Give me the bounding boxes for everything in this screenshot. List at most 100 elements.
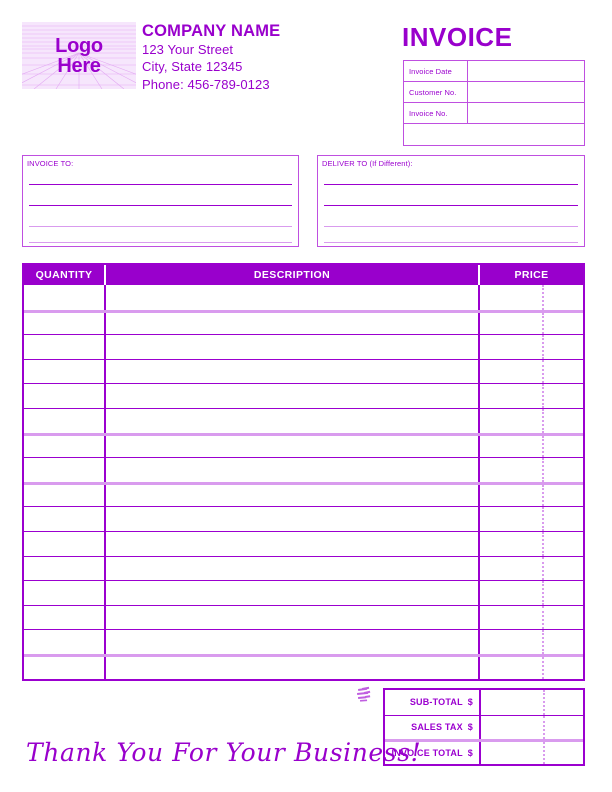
cell-price[interactable] [480,408,583,433]
cell-description[interactable] [106,507,480,531]
table-row [24,309,583,335]
deliver-to-line-4 [324,242,578,243]
subtotal-label: SUB-TOTAL $ [385,690,481,715]
invoice-to-box[interactable]: INVOICE TO: [22,155,299,247]
table-row [24,530,583,556]
company-name: COMPANY NAME [142,22,281,40]
cell-price[interactable] [480,556,583,581]
cell-description[interactable] [106,458,480,482]
cell-quantity[interactable] [24,408,106,433]
deliver-to-box[interactable]: DELIVER TO (If Different): [317,155,585,247]
customer-no-field[interactable] [468,82,584,102]
cents-separator [542,359,544,384]
cell-description[interactable] [106,312,480,335]
cell-description[interactable] [106,285,480,310]
cell-quantity[interactable] [24,435,106,458]
cell-quantity[interactable] [24,507,106,531]
cents-separator [543,742,545,764]
table-row [24,481,583,507]
invoice-total-currency: $ [467,747,473,758]
customer-no-label: Customer No. [404,82,468,102]
cell-price[interactable] [480,384,583,408]
invoice-total-value[interactable] [481,742,583,764]
cell-quantity[interactable] [24,630,106,654]
cell-quantity[interactable] [24,484,106,507]
cell-price[interactable] [480,630,583,654]
logo-line-2: Here [57,54,101,77]
cell-description[interactable] [106,435,480,458]
invoice-date-label: Invoice Date [404,61,468,81]
cell-quantity[interactable] [24,605,106,630]
cell-description[interactable] [106,581,480,605]
subtotal-value[interactable] [481,690,583,715]
cell-price[interactable] [480,507,583,531]
cents-separator [542,312,544,335]
cell-price[interactable] [480,359,583,384]
cell-quantity[interactable] [24,384,106,408]
invoice-meta-row: Invoice Date [404,61,584,82]
cents-separator [542,656,544,679]
invoice-meta-box: Invoice Date Customer No. Invoice No. [403,60,585,146]
cell-description[interactable] [106,335,480,359]
company-phone: Phone: 456-789-0123 [142,76,270,92]
column-header-price: PRICE [514,269,549,281]
cell-quantity[interactable] [24,359,106,384]
cell-quantity[interactable] [24,531,106,556]
cell-quantity[interactable] [24,312,106,335]
invoice-meta-blank-field[interactable] [404,124,584,145]
cell-quantity[interactable] [24,581,106,605]
cell-quantity[interactable] [24,556,106,581]
cell-description[interactable] [106,408,480,433]
cell-price[interactable] [480,656,583,679]
cell-price[interactable] [480,285,583,310]
table-row [24,457,583,482]
cell-description[interactable] [106,359,480,384]
cell-description[interactable] [106,484,480,507]
cell-price[interactable] [480,312,583,335]
cell-description[interactable] [106,605,480,630]
invoice-to-line-1 [29,184,292,185]
cell-quantity[interactable] [24,335,106,359]
table-row [24,604,583,630]
cell-quantity[interactable] [24,285,106,310]
invoice-header: Logo Here COMPANY NAME 123 Your Street C… [0,0,612,150]
cell-quantity[interactable] [24,656,106,679]
thank-you-message: Thank You For Your Business! [26,738,422,767]
cell-price[interactable] [480,435,583,458]
sales-tax-value[interactable] [481,715,583,740]
table-row [24,580,583,605]
invoice-meta-row: Invoice No. [404,103,584,124]
cents-separator [542,408,544,433]
cell-price[interactable] [480,458,583,482]
invoice-to-label: INVOICE TO: [27,159,74,168]
company-street: 123 Your Street [142,41,234,57]
table-row [24,506,583,531]
invoice-to-line-3 [29,226,292,227]
cell-price[interactable] [480,335,583,359]
invoice-to-line-4 [29,242,292,243]
invoice-no-field[interactable] [468,103,584,123]
cell-description[interactable] [106,384,480,408]
invoice-date-field[interactable] [468,61,584,81]
cell-description[interactable] [106,531,480,556]
cell-description[interactable] [106,656,480,679]
invoice-meta-row: Customer No. [404,82,584,103]
cents-separator [543,690,545,715]
cell-description[interactable] [106,556,480,581]
cell-price[interactable] [480,581,583,605]
table-body [24,285,583,679]
cents-separator [542,458,544,482]
cents-separator [542,384,544,408]
cell-quantity[interactable] [24,458,106,482]
table-row [24,432,583,458]
cell-price[interactable] [480,484,583,507]
column-header-description: DESCRIPTION [106,265,480,285]
table-row [24,555,583,581]
cents-separator [542,285,544,310]
cell-description[interactable] [106,630,480,654]
table-row [24,383,583,408]
cell-price[interactable] [480,605,583,630]
logo-placeholder[interactable]: Logo Here [22,22,136,89]
table-row [24,285,583,310]
cell-price[interactable] [480,531,583,556]
